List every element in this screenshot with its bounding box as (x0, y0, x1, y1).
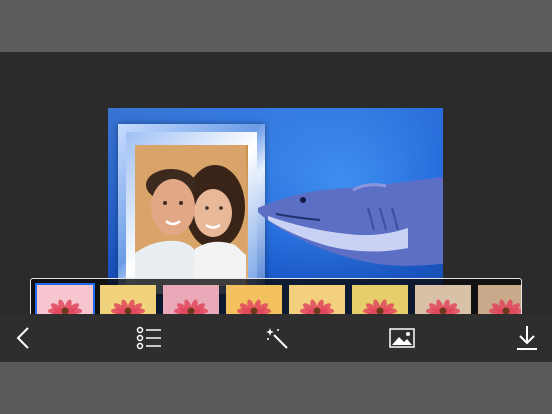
choose-photo-button[interactable] (386, 322, 418, 354)
bottom-toolbar (0, 314, 552, 362)
photo-icon (389, 328, 415, 348)
download-button[interactable] (511, 322, 543, 354)
magic-wand-icon (266, 328, 288, 349)
picture-frame-inner (126, 132, 257, 286)
bottom-bar (0, 362, 552, 414)
back-chevron-icon (16, 327, 29, 349)
editor-canvas: NoneGorgeousBeautyTransferProcessLomoOld… (0, 52, 552, 360)
download-icon (517, 326, 537, 350)
picture-frame (118, 124, 265, 294)
couple-portrait[interactable] (135, 145, 248, 286)
filters-list-button[interactable] (133, 322, 165, 354)
top-bar (0, 0, 552, 52)
magic-effects-button[interactable] (261, 322, 293, 354)
list-icon (136, 326, 161, 350)
shark-graphic (258, 176, 443, 266)
back-button[interactable] (8, 322, 40, 354)
